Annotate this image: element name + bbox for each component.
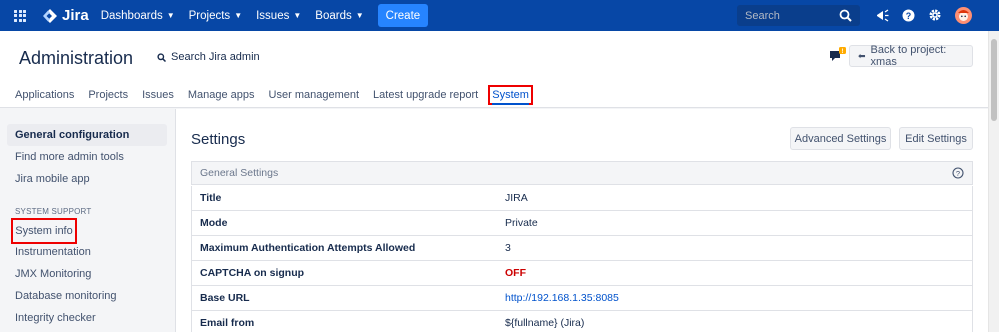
tab-user-management[interactable]: User management bbox=[269, 89, 360, 101]
sidebar-item-jira-mobile-app[interactable]: Jira mobile app bbox=[7, 168, 167, 190]
jira-logo-text: Jira bbox=[62, 7, 89, 24]
settings-row-max-auth-attempts: Maximum Authentication Attempts Allowed … bbox=[191, 236, 973, 261]
settings-row-title: Title JIRA bbox=[191, 186, 973, 211]
profile-avatar-icon[interactable] bbox=[955, 7, 972, 24]
search-icon bbox=[839, 9, 852, 22]
sidebar-item-integrity-checker[interactable]: Integrity checker bbox=[7, 307, 167, 329]
nav-dashboards-label: Dashboards bbox=[100, 9, 163, 22]
tab-applications[interactable]: Applications bbox=[15, 89, 74, 101]
settings-row-captcha: CAPTCHA on signup OFF bbox=[191, 261, 973, 286]
tab-projects[interactable]: Projects bbox=[88, 89, 128, 101]
general-settings-panel-header: General Settings ? bbox=[191, 161, 973, 185]
feedback-badge: ! bbox=[842, 49, 844, 55]
help-circle-icon[interactable]: ? bbox=[952, 167, 964, 179]
chevron-down-icon: ▼ bbox=[293, 11, 302, 20]
sidebar-item-general-configuration[interactable]: General configuration bbox=[7, 124, 167, 146]
setting-key: CAPTCHA on signup bbox=[200, 267, 305, 279]
sidebar-item-find-more-admin-tools[interactable]: Find more admin tools bbox=[7, 146, 167, 168]
tab-system[interactable]: System bbox=[488, 85, 533, 105]
sidebar-item-system-info[interactable]: System info bbox=[11, 218, 77, 244]
feedback-icon[interactable]: ! bbox=[829, 47, 847, 63]
help-icon[interactable]: ? bbox=[902, 9, 915, 22]
sidebar-item-jmx-monitoring[interactable]: JMX Monitoring bbox=[7, 263, 167, 285]
setting-value: 3 bbox=[505, 242, 511, 254]
setting-value: JIRA bbox=[505, 192, 528, 204]
tab-issues[interactable]: Issues bbox=[142, 89, 174, 101]
setting-value: Private bbox=[505, 217, 538, 229]
nav-issues-label: Issues bbox=[256, 9, 290, 22]
admin-tabs: Applications Projects Issues Manage apps… bbox=[15, 85, 543, 105]
nav-boards-label: Boards bbox=[315, 9, 352, 22]
back-to-project-button[interactable]: ⬅ Back to project: xmas bbox=[849, 44, 973, 68]
setting-key: Maximum Authentication Attempts Allowed bbox=[200, 242, 416, 254]
chevron-down-icon: ▼ bbox=[234, 11, 243, 20]
chevron-down-icon: ▼ bbox=[355, 11, 364, 20]
admin-header: Administration Search Jira admin ! ⬅ Bac… bbox=[0, 31, 988, 108]
settings-icon[interactable] bbox=[928, 8, 942, 22]
create-button[interactable]: Create bbox=[377, 4, 429, 27]
nav-issues[interactable]: Issues ▼ bbox=[256, 10, 301, 22]
back-to-project-label: Back to project: xmas bbox=[870, 44, 947, 68]
setting-value: ${fullname} (Jira) bbox=[505, 317, 585, 329]
search-icon bbox=[157, 52, 166, 62]
settings-row-mode: Mode Private bbox=[191, 211, 973, 236]
tab-manage-apps[interactable]: Manage apps bbox=[188, 89, 255, 101]
nav-boards[interactable]: Boards ▼ bbox=[315, 10, 363, 22]
sidebar-section-heading: SYSTEM SUPPORT bbox=[15, 207, 92, 216]
svg-text:?: ? bbox=[906, 11, 912, 21]
admin-search-label: Search Jira admin bbox=[171, 51, 260, 63]
settings-row-email-from: Email from ${fullname} (Jira) bbox=[191, 311, 973, 332]
nav-projects-label: Projects bbox=[188, 9, 231, 22]
sidebar-item-database-monitoring[interactable]: Database monitoring bbox=[7, 285, 167, 307]
chevron-down-icon: ▼ bbox=[166, 11, 175, 20]
setting-key: Title bbox=[200, 192, 222, 204]
svg-text:?: ? bbox=[956, 169, 960, 178]
settings-title: Settings bbox=[191, 131, 246, 148]
app-switcher-icon[interactable] bbox=[14, 9, 26, 22]
scrollbar-thumb[interactable] bbox=[991, 39, 997, 121]
sidebar-item-instrumentation[interactable]: Instrumentation bbox=[7, 241, 167, 263]
admin-sidebar: General configuration Find more admin to… bbox=[0, 109, 175, 332]
page-title: Administration bbox=[19, 48, 134, 68]
jira-logo-icon bbox=[43, 8, 57, 23]
jira-logo[interactable]: Jira bbox=[42, 7, 89, 24]
tab-latest-upgrade-report[interactable]: Latest upgrade report bbox=[373, 89, 478, 101]
edit-settings-button[interactable]: Edit Settings bbox=[899, 127, 973, 150]
setting-key: Email from bbox=[200, 317, 255, 329]
panel-title: General Settings bbox=[200, 167, 279, 179]
settings-row-base-url: Base URL http://192.168.1.35:8085 bbox=[191, 286, 973, 311]
advanced-settings-button[interactable]: Advanced Settings bbox=[790, 127, 891, 150]
top-navigation-bar: Jira Dashboards ▼ Projects ▼ Issues ▼ Board… bbox=[0, 0, 999, 31]
setting-key: Base URL bbox=[200, 292, 250, 304]
search-placeholder: Search bbox=[745, 9, 780, 22]
nav-projects[interactable]: Projects ▼ bbox=[189, 10, 242, 22]
arrow-left-icon: ⬅ bbox=[858, 50, 866, 61]
notifications-icon[interactable] bbox=[876, 9, 889, 22]
admin-search-link[interactable]: Search Jira admin bbox=[157, 51, 260, 63]
page-scrollbar[interactable] bbox=[988, 31, 999, 332]
search-input[interactable]: Search bbox=[737, 5, 860, 26]
main-content: Settings Advanced Settings Edit Settings… bbox=[175, 109, 988, 332]
nav-dashboards[interactable]: Dashboards ▼ bbox=[101, 10, 175, 22]
setting-key: Mode bbox=[200, 217, 228, 229]
status-value-off: OFF bbox=[505, 267, 526, 279]
base-url-link[interactable]: http://192.168.1.35:8085 bbox=[505, 292, 619, 304]
